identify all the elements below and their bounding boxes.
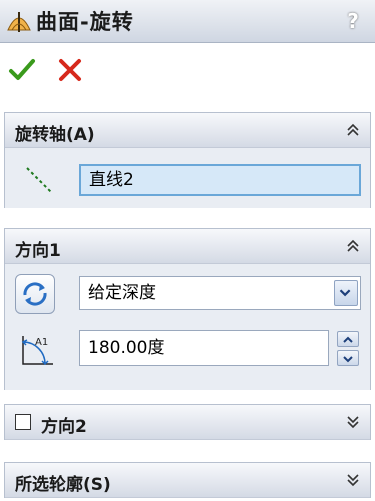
direction2-group-title: 方向2 (41, 417, 87, 437)
direction1-group: 方向1 给定深度 A1 180.00度 (4, 228, 371, 390)
dropdown-arrow-button[interactable] (334, 280, 358, 306)
spin-down-button[interactable] (337, 350, 359, 366)
collapse-chevron-up-icon[interactable] (344, 121, 362, 139)
svg-text:A1: A1 (35, 337, 48, 348)
action-bar (0, 50, 375, 86)
axis-selection-field[interactable]: 直线2 (79, 164, 361, 196)
line-entity-icon (26, 167, 52, 193)
property-manager-title-bar: 曲面-旋转 ? (0, 0, 375, 43)
reverse-direction-button[interactable] (15, 274, 55, 314)
selected-contours-title: 所选轮廓(S) (15, 475, 111, 495)
end-condition-value: 给定深度 (88, 283, 156, 303)
axis-group-header[interactable]: 旋转轴(A) (5, 113, 370, 148)
direction1-group-body: 给定深度 A1 180.00度 (5, 264, 370, 390)
chevron-down-icon (343, 356, 353, 363)
cancel-x-icon[interactable] (56, 56, 84, 84)
axis-group-title: 旋转轴(A) (15, 125, 95, 145)
expand-chevron-down-icon[interactable] (344, 471, 362, 489)
direction2-checkbox[interactable] (15, 414, 31, 430)
expand-chevron-down-icon[interactable] (344, 413, 362, 431)
end-condition-select[interactable]: 给定深度 (79, 276, 361, 310)
spin-up-button[interactable] (337, 331, 359, 347)
page-title: 曲面-旋转 (36, 10, 134, 34)
selected-contours-header[interactable]: 所选轮廓(S) (5, 463, 370, 498)
direction1-group-title: 方向1 (15, 241, 61, 261)
revolve-surface-icon (7, 12, 31, 32)
selected-contours-group: 所选轮廓(S) (4, 462, 371, 498)
direction1-group-header[interactable]: 方向1 (5, 229, 370, 264)
ok-checkmark-icon[interactable] (8, 56, 36, 84)
collapse-chevron-up-icon[interactable] (344, 237, 362, 255)
chevron-down-icon (339, 289, 351, 297)
axis-of-revolution-group: 旋转轴(A) 直线2 (4, 112, 371, 208)
axis-group-body: 直线2 (5, 148, 370, 208)
direction2-group: 方向2 (4, 404, 371, 440)
chevron-up-icon (343, 336, 353, 343)
angle-input[interactable]: 180.00度 (79, 330, 329, 366)
help-button[interactable]: ? (341, 8, 365, 34)
direction2-group-header[interactable]: 方向2 (5, 405, 370, 440)
rotate-arrows-icon (23, 282, 47, 306)
angle-dimension-icon: A1 (21, 336, 53, 366)
